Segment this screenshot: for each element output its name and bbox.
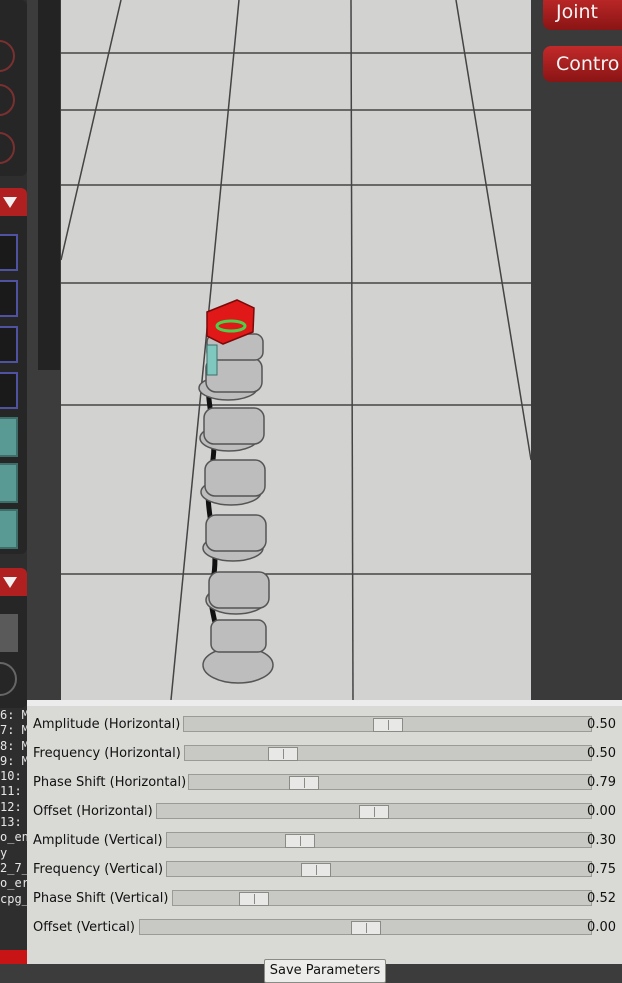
slider-label: Phase Shift (Horizontal) bbox=[33, 775, 187, 790]
log-line: 10: bbox=[0, 769, 22, 784]
amplitude-vertical-slider[interactable] bbox=[166, 832, 592, 848]
tool-circle-icon[interactable] bbox=[0, 132, 15, 164]
phase-vertical-slider[interactable] bbox=[172, 890, 592, 906]
slider-row-phase-horizontal: Phase Shift (Horizontal) 0.79 bbox=[33, 772, 622, 794]
slider-value: 0.30 bbox=[587, 833, 616, 848]
left-toolbar: 6: M 7: M 8: M 9: M 10: 11: 12: 13: o_en… bbox=[0, 0, 27, 964]
tool-teal-button[interactable] bbox=[0, 509, 18, 549]
slider-label: Frequency (Vertical) bbox=[33, 862, 164, 877]
collapse-triangle-icon[interactable] bbox=[0, 188, 27, 216]
slider-handle[interactable] bbox=[285, 834, 315, 848]
log-line: 9: M bbox=[0, 753, 27, 768]
tool-square-button[interactable] bbox=[0, 326, 18, 363]
tool-square-button[interactable] bbox=[0, 234, 18, 271]
slider-row-offset-vertical: Offset (Vertical) 0.00 bbox=[33, 917, 622, 939]
tool-teal-button[interactable] bbox=[0, 463, 18, 503]
log-line: 2_7_ bbox=[0, 860, 27, 875]
tool-square-button[interactable] bbox=[0, 372, 18, 409]
tool-gray-button[interactable] bbox=[0, 614, 18, 652]
slider-value: 0.50 bbox=[587, 746, 616, 761]
save-parameters-button[interactable]: Save Parameters bbox=[264, 959, 386, 983]
slider-handle[interactable] bbox=[359, 805, 389, 819]
scroll-strip bbox=[38, 0, 60, 370]
slider-handle[interactable] bbox=[301, 863, 331, 877]
slider-handle[interactable] bbox=[351, 921, 381, 935]
slider-label: Offset (Vertical) bbox=[33, 920, 135, 935]
phase-horizontal-slider[interactable] bbox=[188, 774, 592, 790]
slider-handle[interactable] bbox=[239, 892, 269, 906]
slider-value: 0.75 bbox=[587, 862, 616, 877]
slider-handle[interactable] bbox=[289, 776, 319, 790]
tool-circle-icon[interactable] bbox=[0, 662, 17, 696]
simulation-viewport[interactable] bbox=[61, 0, 531, 700]
scene-svg bbox=[61, 0, 531, 700]
slider-label: Phase Shift (Vertical) bbox=[33, 891, 169, 906]
slider-value: 0.00 bbox=[587, 920, 616, 935]
log-line: 12: bbox=[0, 799, 22, 814]
toolbar-panel-3 bbox=[0, 568, 27, 708]
offset-vertical-slider[interactable] bbox=[139, 919, 592, 935]
log-line: 13: bbox=[0, 815, 22, 830]
status-red-bar bbox=[0, 950, 27, 964]
snake-robot bbox=[198, 299, 274, 684]
control-button[interactable]: Contro bbox=[543, 46, 622, 82]
console-log: 6: M 7: M 8: M 9: M 10: 11: 12: 13: o_en… bbox=[0, 708, 27, 948]
log-line: 6: M bbox=[0, 708, 27, 722]
slider-value: 0.79 bbox=[587, 775, 616, 790]
amplitude-horizontal-slider[interactable] bbox=[183, 716, 592, 732]
tool-circle-icon[interactable] bbox=[0, 40, 15, 72]
tool-teal-button[interactable] bbox=[0, 417, 18, 457]
frequency-horizontal-slider[interactable] bbox=[184, 745, 592, 761]
joint-button[interactable]: Joint bbox=[543, 0, 622, 30]
log-line: o_en bbox=[0, 830, 27, 845]
log-line: 11: bbox=[0, 784, 22, 799]
frequency-vertical-slider[interactable] bbox=[166, 861, 592, 877]
slider-row-amplitude-vertical: Amplitude (Vertical) 0.30 bbox=[33, 830, 622, 852]
log-line: y bbox=[0, 845, 8, 860]
log-line: cpg_ bbox=[0, 891, 27, 906]
slider-row-phase-vertical: Phase Shift (Vertical) 0.52 bbox=[33, 888, 622, 910]
slider-row-offset-horizontal: Offset (Horizontal) 0.00 bbox=[33, 801, 622, 823]
slider-label: Amplitude (Vertical) bbox=[33, 833, 163, 848]
slider-label: Offset (Horizontal) bbox=[33, 804, 153, 819]
slider-row-frequency-horizontal: Frequency (Horizontal) 0.50 bbox=[33, 743, 622, 765]
parameter-panel: Amplitude (Horizontal) 0.50 Frequency (H… bbox=[27, 700, 622, 983]
log-line: 7: M bbox=[0, 723, 27, 738]
slider-handle[interactable] bbox=[373, 718, 403, 732]
tool-circle-icon[interactable] bbox=[0, 84, 15, 116]
slider-label: Amplitude (Horizontal) bbox=[33, 717, 181, 732]
log-line: 8: M bbox=[0, 738, 27, 753]
offset-horizontal-slider[interactable] bbox=[156, 803, 592, 819]
slider-value: 0.52 bbox=[587, 891, 616, 906]
log-line: o_er bbox=[0, 876, 27, 891]
collapse-triangle-icon[interactable] bbox=[0, 568, 27, 596]
toolbar-panel-1 bbox=[0, 0, 27, 176]
toolbar-panel-2 bbox=[0, 188, 27, 554]
slider-label: Frequency (Horizontal) bbox=[33, 746, 181, 761]
slider-value: 0.50 bbox=[587, 717, 616, 732]
slider-value: 0.00 bbox=[587, 804, 616, 819]
slider-handle[interactable] bbox=[268, 747, 298, 761]
slider-row-frequency-vertical: Frequency (Vertical) 0.75 bbox=[33, 859, 622, 881]
slider-row-amplitude-horizontal: Amplitude (Horizontal) 0.50 bbox=[33, 714, 622, 736]
right-panel: Joint Contro bbox=[531, 0, 622, 705]
tool-square-button[interactable] bbox=[0, 280, 18, 317]
